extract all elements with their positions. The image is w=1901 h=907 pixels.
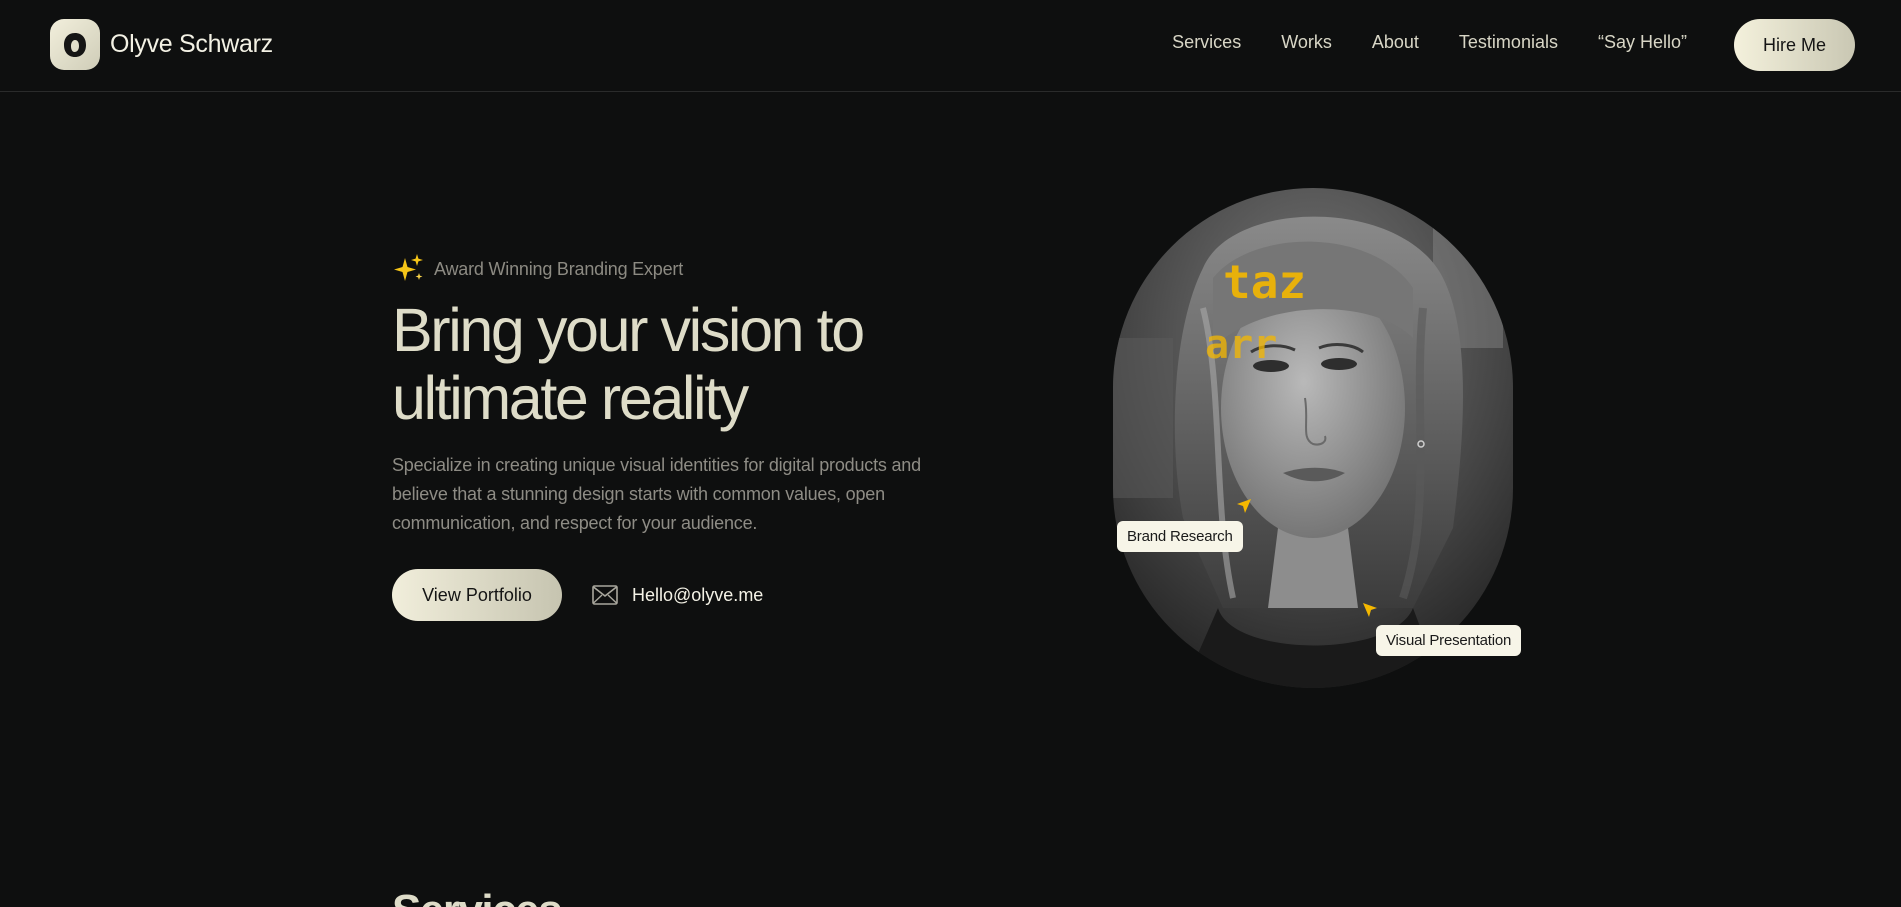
nav-about[interactable]: About — [1372, 32, 1419, 53]
hero-eyebrow: Award Winning Branding Expert — [392, 252, 952, 286]
hero-section: Award Winning Branding Expert Bring your… — [392, 252, 952, 621]
svg-text:taz: taz — [1223, 255, 1306, 309]
hero-description: Specialize in creating unique visual ide… — [392, 455, 921, 533]
headline-line-2: ultimate reality — [392, 364, 749, 432]
hire-me-button[interactable]: Hire Me — [1734, 19, 1855, 71]
svg-text:arr: arr — [1205, 322, 1277, 368]
tag-brand-research: Brand Research — [1117, 521, 1243, 552]
nav-works[interactable]: Works — [1281, 32, 1332, 53]
email-link[interactable]: Hello@olyve.me — [592, 585, 763, 606]
main-nav: Services Works About Testimonials “Say H… — [1132, 32, 1687, 53]
page: Olyve Schwarz Services Works About Testi… — [0, 0, 1901, 907]
portrait-image: taz arr — [1113, 188, 1513, 688]
view-portfolio-button[interactable]: View Portfolio — [392, 569, 562, 621]
brand-name: Olyve Schwarz — [110, 30, 273, 58]
nav-say-hello[interactable]: “Say Hello” — [1598, 32, 1687, 53]
email-address: Hello@olyve.me — [632, 584, 764, 605]
brand[interactable]: Olyve Schwarz — [50, 19, 273, 70]
sparkles-icon — [394, 254, 423, 281]
hero-actions: View Portfolio Hello@olyve.me — [392, 569, 952, 621]
envelope-icon — [592, 585, 618, 605]
services-section-title: Services — [392, 886, 563, 907]
site-header: Olyve Schwarz Services Works About Testi… — [0, 0, 1901, 92]
eyebrow-text: Award Winning Branding Expert — [434, 258, 684, 279]
headline-line-1: Bring your vision to — [392, 296, 865, 364]
cursor-arrow-icon — [1363, 603, 1377, 617]
nav-services[interactable]: Services — [1172, 32, 1241, 53]
hero-headline: Bring your vision to ultimate reality — [392, 296, 952, 432]
cursor-arrow-icon — [1237, 499, 1251, 513]
rounded-o-logo-icon — [50, 19, 100, 70]
tag-visual-presentation: Visual Presentation — [1376, 625, 1522, 656]
nav-testimonials[interactable]: Testimonials — [1459, 32, 1558, 53]
